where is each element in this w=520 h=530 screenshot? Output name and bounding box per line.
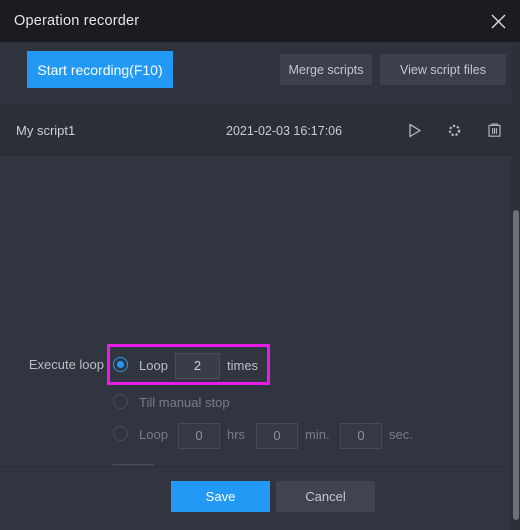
till-manual-stop-label: Till manual stop: [139, 395, 230, 410]
save-button[interactable]: Save: [171, 481, 270, 512]
loop-times-suffix-label: times: [227, 358, 259, 373]
start-recording-button[interactable]: Start recording(F10): [27, 51, 173, 88]
script-row-actions: [404, 121, 504, 141]
merge-scripts-button[interactable]: Merge scripts: [280, 54, 372, 85]
window-title: Operation recorder: [14, 13, 140, 29]
play-icon[interactable]: [404, 121, 424, 141]
cancel-button[interactable]: Cancel: [276, 481, 375, 512]
vertical-scrollbar[interactable]: [511, 42, 520, 530]
till-manual-stop-radio[interactable]: [113, 394, 128, 409]
dialog-footer: Save Cancel: [0, 466, 520, 530]
till-manual-stop-option[interactable]: Till manual stop: [0, 391, 520, 413]
settings-form: Execute loop Loop 2 times Till manual st…: [0, 156, 520, 466]
loop-times-prefix-label: Loop: [139, 358, 168, 373]
operation-recorder-window: Operation recorder Start recording(F10) …: [0, 0, 520, 530]
script-name: My script1: [16, 123, 76, 138]
loop-duration-option[interactable]: Loop 0 hrs 0 min. 0 sec.: [0, 421, 520, 449]
loop-seconds-input[interactable]: 0: [340, 423, 382, 449]
loop-duration-prefix-label: Loop: [139, 427, 168, 442]
loop-minutes-input[interactable]: 0: [256, 423, 298, 449]
loop-times-option[interactable]: Loop 2 times: [0, 353, 520, 379]
loop-seconds-label: sec.: [389, 427, 413, 442]
loop-duration-radio[interactable]: [113, 426, 128, 441]
script-list-row[interactable]: My script1 2021-02-03 16:17:06: [0, 106, 520, 156]
loop-times-radio[interactable]: [113, 357, 128, 372]
close-icon[interactable]: [476, 0, 520, 42]
loop-minutes-label: min.: [305, 427, 330, 442]
toolbar: Start recording(F10) Merge scripts View …: [0, 42, 520, 106]
loop-times-input[interactable]: 2: [175, 353, 220, 379]
view-script-files-button[interactable]: View script files: [380, 54, 506, 85]
trash-icon[interactable]: [484, 121, 504, 141]
loop-hours-label: hrs: [227, 427, 246, 442]
script-timestamp: 2021-02-03 16:17:06: [226, 123, 343, 138]
loop-hours-input[interactable]: 0: [178, 423, 220, 449]
title-bar: Operation recorder: [0, 0, 520, 42]
scrollbar-thumb[interactable]: [513, 210, 519, 520]
gear-icon[interactable]: [444, 121, 464, 141]
